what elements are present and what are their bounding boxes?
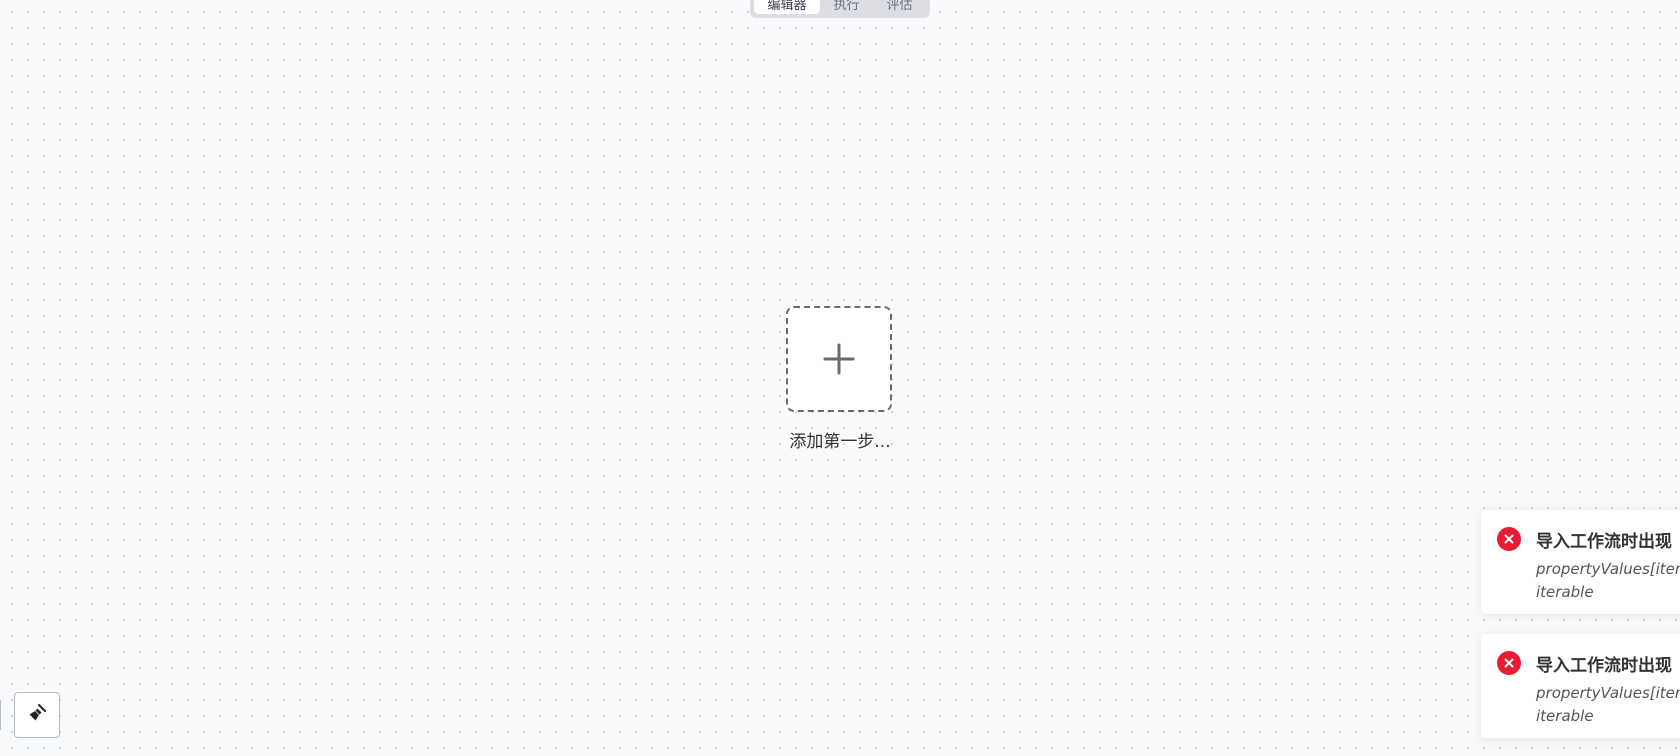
- toast-message: propertyValues[item iterable: [1536, 560, 1680, 601]
- toast-title: 导入工作流时出现: [1536, 532, 1672, 552]
- plus-icon: [822, 342, 856, 376]
- broom-icon: [27, 703, 47, 727]
- tab-evaluations[interactable]: 评估: [873, 0, 926, 14]
- tidy-up-button[interactable]: [14, 692, 60, 738]
- tab-editor[interactable]: 编辑器: [754, 0, 820, 14]
- add-first-step-button[interactable]: [786, 306, 892, 412]
- error-toast[interactable]: 导入工作流时出现 propertyValues[item iterable: [1481, 634, 1680, 738]
- tab-executions[interactable]: 执行: [820, 0, 873, 14]
- toast-message: propertyValues[item iterable: [1536, 684, 1680, 725]
- add-first-step-label: 添加第一步...: [789, 432, 891, 452]
- view-tab-switcher: 编辑器 执行 评估: [750, 0, 930, 18]
- error-icon: [1497, 651, 1521, 675]
- error-icon: [1497, 527, 1521, 551]
- error-toast[interactable]: 导入工作流时出现 propertyValues[item iterable: [1481, 510, 1680, 614]
- toast-title: 导入工作流时出现: [1536, 656, 1672, 676]
- panel-edge: [0, 700, 1, 730]
